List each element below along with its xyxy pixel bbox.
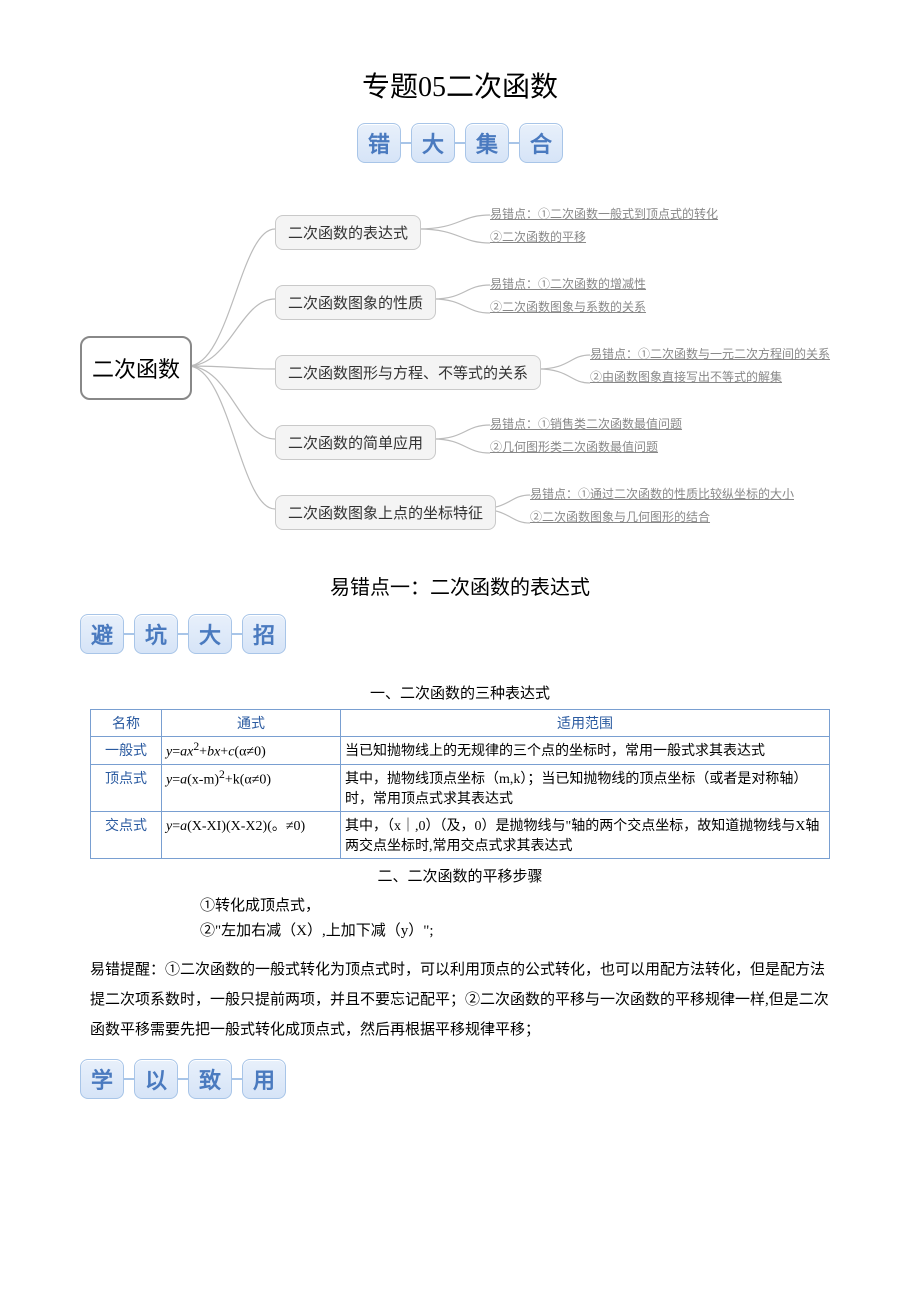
th-formula: 通式 <box>162 710 341 737</box>
cell-desc: 当已知抛物线上的无规律的三个点的坐标时，常用一般式求其表达式 <box>341 737 830 765</box>
step-2: ②"左加右减（X）,上加下减（y）"; <box>200 919 830 945</box>
steps: ①转化成顶点式， ②"左加右减（X）,上加下减（y）"; <box>200 894 830 945</box>
reminder-paragraph: 易错提醒：①二次函数的一般式转化为顶点式时，可以利用顶点的公式转化，也可以用配方… <box>90 955 830 1045</box>
mindmap-leaf: 易错点：①二次函数一般式到顶点式的转化 <box>490 203 718 226</box>
th-name: 名称 <box>91 710 162 737</box>
table-row: 顶点式 y=a(x-m)2+k(α≠0) 其中，抛物线顶点坐标（m,k）；当已知… <box>91 764 830 811</box>
pill-sep <box>124 1078 134 1080</box>
mindmap-root: 二次函数 <box>80 336 192 400</box>
pill: 致 <box>188 1059 232 1099</box>
banner-mistakes: 错 大 集 合 <box>90 123 830 163</box>
mindmap-leaf: ②二次函数的平移 <box>490 226 586 249</box>
mindmap: 二次函数 二次函数的表达式 易错点：①二次函数一般式到顶点式的转化 ②二次函数的… <box>60 191 860 551</box>
pill-sep <box>509 142 519 144</box>
table-row: 交点式 y=a(X-XI)(X-X2)(。≠0) 其中，（x｜,0）（及，0）是… <box>91 811 830 858</box>
mindmap-leaf: 易错点：①销售类二次函数最值问题 <box>490 413 682 436</box>
pill: 以 <box>134 1059 178 1099</box>
table-row: 一般式 y=ax2+bx+c(α≠0) 当已知抛物线上的无规律的三个点的坐标时，… <box>91 737 830 765</box>
cell-name: 顶点式 <box>91 764 162 811</box>
sub-title-2: 二、二次函数的平移步骤 <box>90 865 830 886</box>
pill: 大 <box>188 614 232 654</box>
pill: 学 <box>80 1059 124 1099</box>
pill-sep <box>178 633 188 635</box>
mindmap-node: 二次函数图形与方程、不等式的关系 <box>275 355 541 390</box>
table-caption: 一、二次函数的三种表达式 <box>90 682 830 703</box>
pill: 招 <box>242 614 286 654</box>
pill-sep <box>124 633 134 635</box>
pill: 错 <box>357 123 401 163</box>
page-title: 专题05二次函数 <box>90 65 830 105</box>
cell-name: 交点式 <box>91 811 162 858</box>
mindmap-node: 二次函数图象的性质 <box>275 285 436 320</box>
step-1: ①转化成顶点式， <box>200 894 830 920</box>
mindmap-leaf: 易错点：①通过二次函数的性质比较纵坐标的大小 <box>530 483 794 506</box>
cell-desc: 其中，（x｜,0）（及，0）是抛物线与"轴的两个交点坐标，故知道抛物线与X轴两交… <box>341 811 830 858</box>
expression-table: 名称 通式 适用范围 一般式 y=ax2+bx+c(α≠0) 当已知抛物线上的无… <box>90 709 830 859</box>
mindmap-leaf: ②二次函数图象与系数的关系 <box>490 296 646 319</box>
mindmap-node: 二次函数图象上点的坐标特征 <box>275 495 496 530</box>
th-scope: 适用范围 <box>341 710 830 737</box>
cell-desc: 其中，抛物线顶点坐标（m,k）；当已知抛物线的顶点坐标（或者是对称轴）时，常用顶… <box>341 764 830 811</box>
pill: 集 <box>465 123 509 163</box>
mindmap-leaf: ②由函数图象直接写出不等式的解集 <box>590 366 782 389</box>
pill: 合 <box>519 123 563 163</box>
pill-sep <box>178 1078 188 1080</box>
mindmap-node: 二次函数的表达式 <box>275 215 421 250</box>
pill: 避 <box>80 614 124 654</box>
cell-formula: y=a(x-m)2+k(α≠0) <box>162 764 341 811</box>
pill-sep <box>401 142 411 144</box>
mindmap-leaf: ②几何图形类二次函数最值问题 <box>490 436 658 459</box>
pill-sep <box>232 1078 242 1080</box>
cell-formula: y=a(X-XI)(X-X2)(。≠0) <box>162 811 341 858</box>
pill: 坑 <box>134 614 178 654</box>
pill-sep <box>232 633 242 635</box>
pill: 大 <box>411 123 455 163</box>
mindmap-leaf: 易错点：①二次函数的增减性 <box>490 273 646 296</box>
pill-sep <box>455 142 465 144</box>
section-title: 易错点一：二次函数的表达式 <box>90 571 830 600</box>
banner-practice: 学 以 致 用 <box>80 1059 830 1099</box>
cell-formula: y=ax2+bx+c(α≠0) <box>162 737 341 765</box>
mindmap-node: 二次函数的简单应用 <box>275 425 436 460</box>
cell-name: 一般式 <box>91 737 162 765</box>
banner-tips: 避 坑 大 招 <box>80 614 830 654</box>
pill: 用 <box>242 1059 286 1099</box>
mindmap-leaf: 易错点：①二次函数与一元二次方程间的关系 <box>590 343 830 366</box>
mindmap-leaf: ②二次函数图象与几何图形的结合 <box>530 506 710 529</box>
